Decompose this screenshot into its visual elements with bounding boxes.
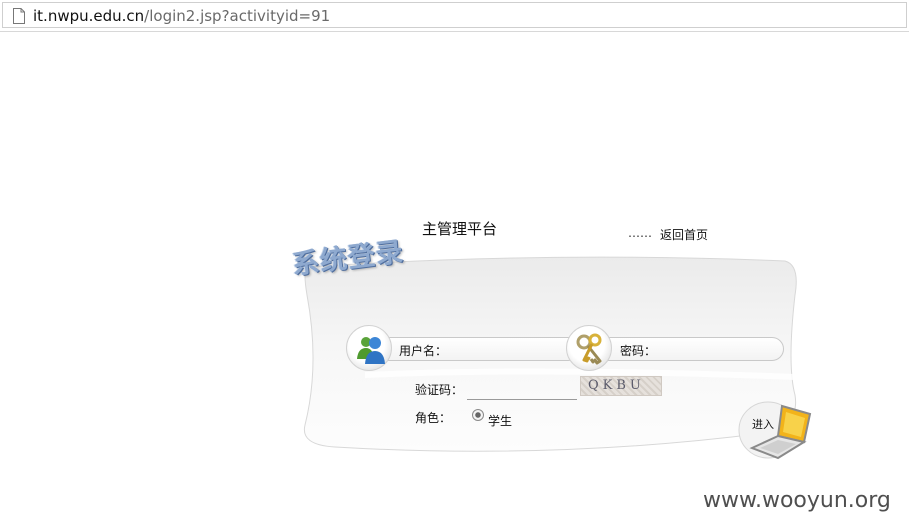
laptop-enter-icon [738,401,812,460]
password-input[interactable] [658,340,776,358]
captcha-label: 验证码： [415,383,464,397]
user-icon-circle [346,325,392,371]
url-host: it.nwpu.edu.cn [33,7,145,25]
keys-icon [576,333,602,365]
watermark: www.wooyun.org [703,488,891,513]
home-link[interactable]: 返回首页 [660,226,708,243]
ellipsis: …… [628,226,652,240]
url-path: /login2.jsp?activityid=91 [144,7,331,25]
url-field[interactable]: it.nwpu.edu.cn/login2.jsp?activityid=91 [2,2,907,28]
enter-label: 进入 [752,418,774,431]
role-option-label: 学生 [488,414,513,428]
password-label: 密码： [620,344,657,358]
key-icon-circle [566,325,612,371]
captcha-image[interactable]: QKBU [580,376,662,396]
page-icon [13,8,25,24]
username-input[interactable] [448,340,568,358]
role-label: 角色： [415,411,452,425]
url-text[interactable]: it.nwpu.edu.cn/login2.jsp?activityid=91 [33,7,330,25]
role-radio-student[interactable] [472,409,484,421]
platform-title: 主管理平台 [422,220,498,238]
users-icon [357,337,385,364]
enter-button[interactable] [738,396,820,466]
username-label: 用户名： [399,344,448,358]
address-bar: it.nwpu.edu.cn/login2.jsp?activityid=91 [0,0,909,32]
captcha-input[interactable] [467,382,577,400]
